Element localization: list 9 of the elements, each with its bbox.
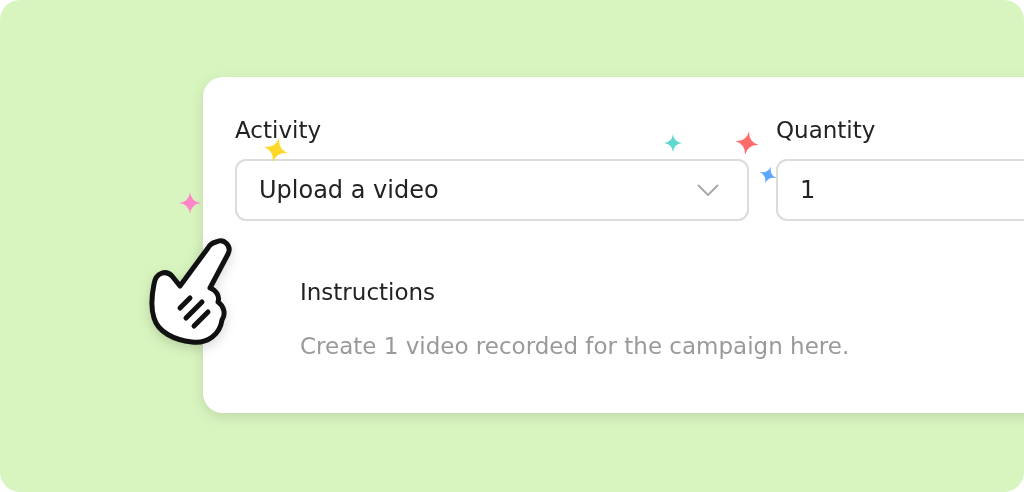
instructions-label: Instructions [300, 278, 436, 307]
chevron-down-icon [697, 184, 719, 196]
instructions-field[interactable]: Create 1 video recorded for the campaign here. [300, 333, 980, 359]
quantity-field[interactable]: 1 [776, 159, 1024, 221]
field-label: Activity [235, 116, 321, 145]
activity-dropdown[interactable]: Upload a video [235, 159, 749, 221]
field-label: Quantity [776, 116, 876, 145]
sparkle-icon [179, 192, 201, 214]
sparkle-icon [664, 134, 682, 152]
